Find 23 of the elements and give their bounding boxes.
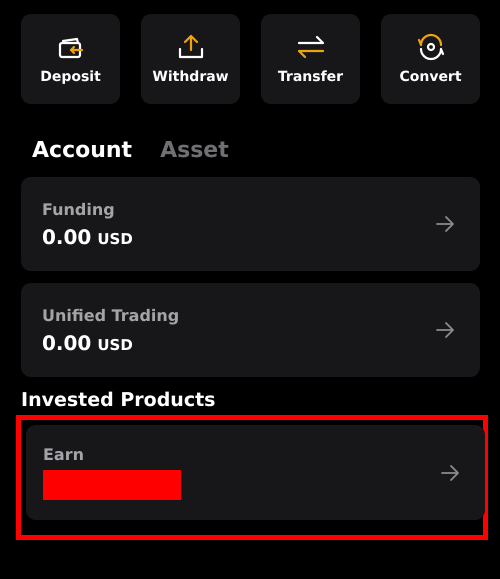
account-name: Funding	[42, 200, 116, 218]
currency-label: USD	[97, 230, 133, 248]
section-title: Invested Products	[21, 389, 216, 411]
arrow-right-icon	[440, 462, 460, 482]
account-card[interactable]: Funding 0.00 USD	[21, 177, 480, 271]
refresh-icon	[416, 33, 444, 61]
action-button[interactable]: Convert	[381, 14, 480, 104]
tab[interactable]: Asset	[160, 138, 229, 163]
action-button[interactable]: Deposit	[21, 14, 120, 104]
upload-icon	[176, 33, 204, 61]
swap-icon	[296, 33, 324, 61]
product-name: Earn	[43, 445, 86, 464]
action-button[interactable]: Withdraw	[141, 14, 240, 104]
arrow-right-icon	[435, 320, 455, 340]
currency-label: USD	[97, 336, 133, 354]
account-card[interactable]: Unified Trading 0.00 USD	[21, 283, 480, 377]
balance-amount: 0.00	[42, 330, 92, 354]
arrow-right-icon	[435, 214, 455, 234]
tab[interactable]: Account	[32, 138, 132, 163]
account-name: Unified Trading	[42, 306, 180, 324]
balance-amount: 0.00	[42, 224, 92, 248]
action-button[interactable]: Transfer	[261, 14, 360, 104]
product-card[interactable]: Earn	[26, 425, 485, 520]
